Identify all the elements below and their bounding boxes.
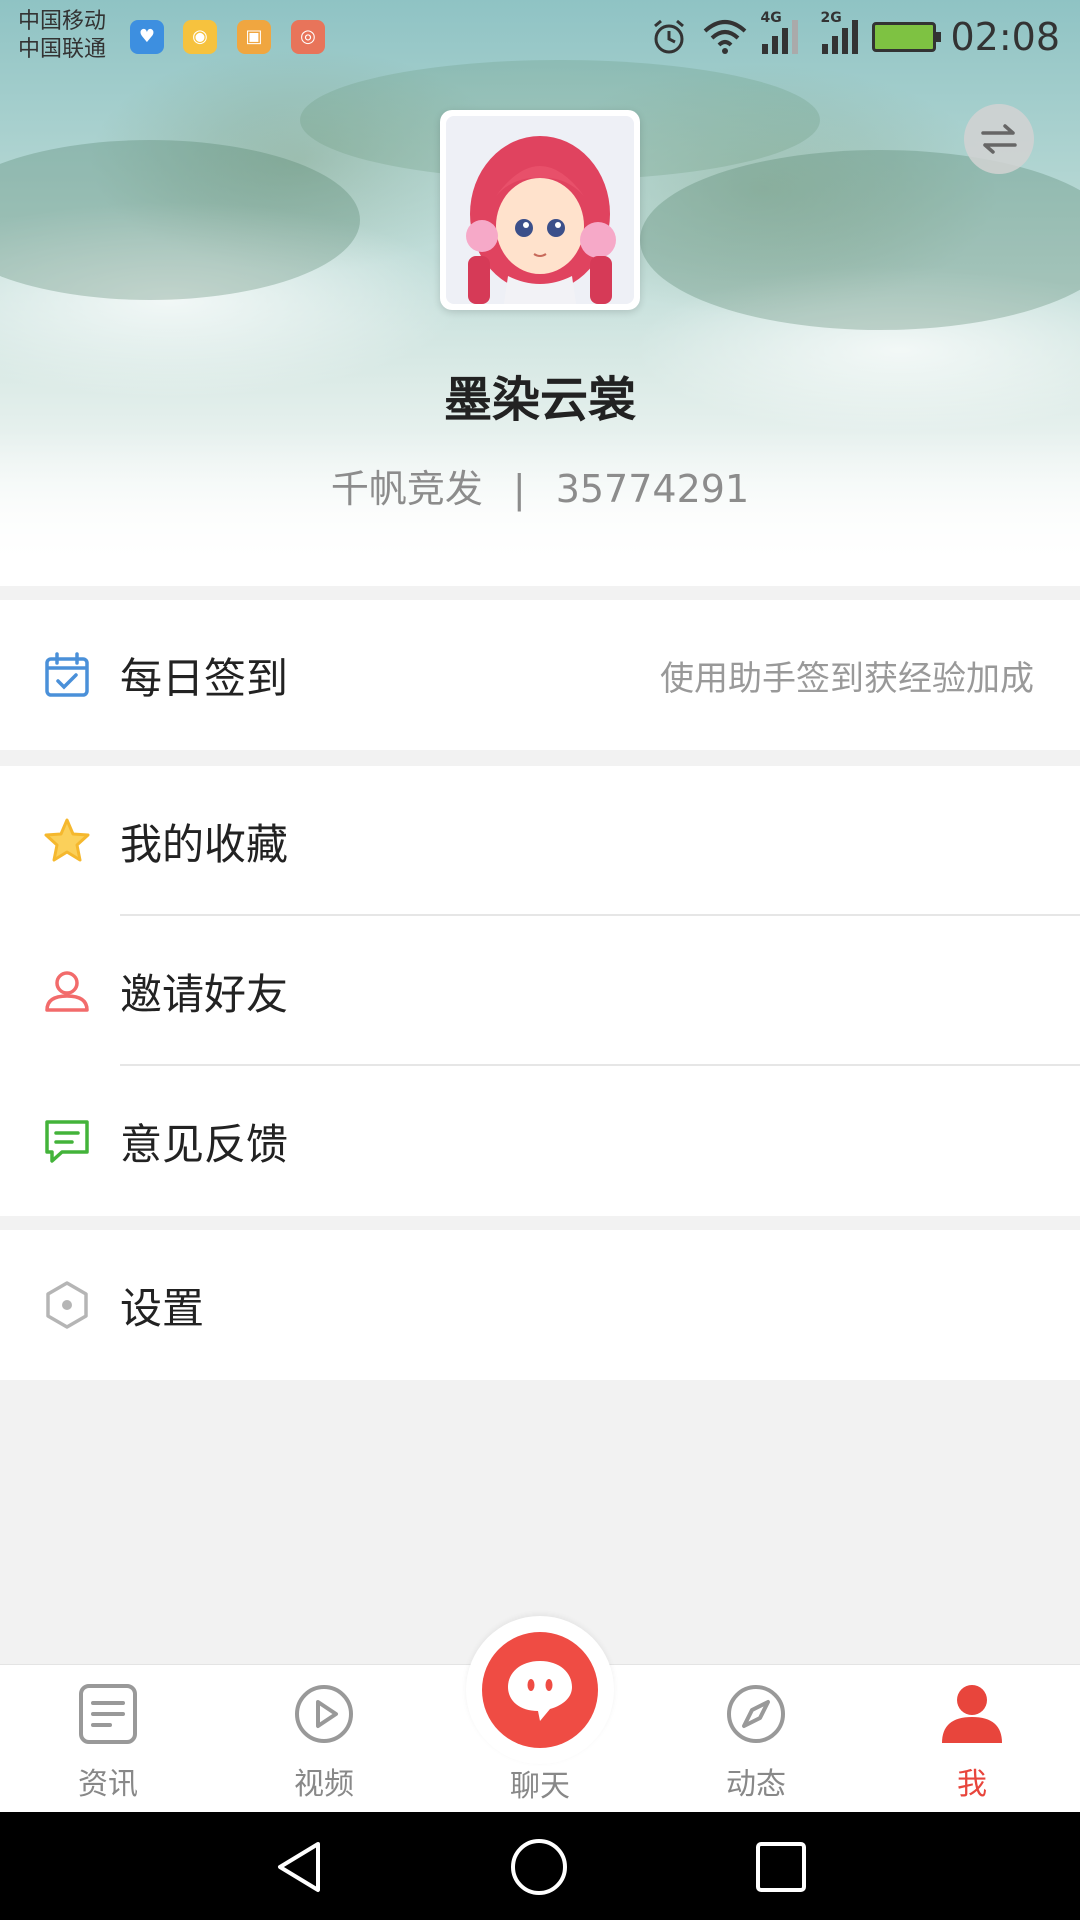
user-info: 千帆竞发 | 35774291: [0, 458, 1080, 513]
back-icon[interactable]: [272, 1840, 326, 1894]
checkin-hint: 使用助手签到获经验加成: [660, 658, 1034, 699]
message-icon: [45, 1120, 89, 1163]
profile-header: 中国移动 中国联通 ♥ ◉ ▣ ◎ 4G 2G 02:08 墨染云裳 千帆竞发 …: [0, 0, 1080, 586]
carrier-info: 中国移动 中国联通: [18, 8, 106, 64]
switch-account-icon[interactable]: [964, 104, 1034, 174]
invite-label: 邀请好友: [120, 969, 289, 1019]
battery-icon: [872, 22, 942, 52]
nav-label-me: 我: [957, 1767, 987, 1802]
health-app-icon: ♥: [130, 20, 164, 54]
menu-item-favorites[interactable]: 我的收藏: [0, 766, 1080, 916]
nav-tab-moments[interactable]: 动态: [648, 1665, 864, 1813]
menu-item-daily-checkin[interactable]: 每日签到 使用助手签到获经验加成: [0, 600, 1080, 750]
avatar[interactable]: [440, 110, 640, 310]
signal-4g-icon: 4G: [760, 10, 799, 54]
nav-label-news: 资讯: [78, 1767, 138, 1802]
nav-tab-me[interactable]: 我: [864, 1665, 1080, 1813]
settings-label: 设置: [120, 1283, 205, 1333]
play-icon: [295, 1685, 353, 1743]
info-separator: |: [512, 467, 526, 511]
menu-item-settings[interactable]: 设置: [0, 1230, 1080, 1380]
server-name: 千帆竞发: [330, 467, 483, 511]
chat-fab[interactable]: [466, 1616, 614, 1764]
username: 墨染云裳: [443, 372, 636, 428]
nav-label-chat: 聊天: [510, 1769, 570, 1804]
person-icon: [942, 1685, 1002, 1743]
news-icon: [79, 1684, 137, 1744]
clock: 02:08: [950, 15, 1060, 59]
nav-tab-video[interactable]: 视频: [216, 1665, 432, 1813]
nav-tab-news[interactable]: 资讯: [0, 1665, 216, 1813]
signal-2g-icon: 2G: [820, 10, 859, 54]
star-icon: [44, 818, 90, 862]
system-navigation-bar: [0, 1812, 1080, 1920]
red-app-icon: ◎: [291, 20, 325, 54]
menu-item-feedback[interactable]: 意见反馈: [0, 1066, 1080, 1216]
nav-label-video: 视频: [294, 1767, 354, 1802]
checkin-label: 每日签到: [120, 653, 289, 703]
nav-label-moments: 动态: [726, 1767, 786, 1802]
feedback-label: 意见反馈: [120, 1119, 289, 1169]
home-icon[interactable]: [510, 1838, 568, 1896]
menu-item-invite-friends[interactable]: 邀请好友: [0, 916, 1080, 1066]
recents-icon[interactable]: [754, 1840, 808, 1894]
status-bar: 中国移动 中国联通 ♥ ◉ ▣ ◎ 4G 2G 02:08: [0, 0, 1080, 72]
compass-icon: [727, 1685, 785, 1743]
user-id: 35774291: [555, 467, 750, 511]
wifi-icon: [704, 20, 747, 54]
weibo-icon: ◉: [183, 20, 217, 54]
hexagon-settings-icon: [46, 1281, 88, 1329]
orange-app-icon: ▣: [237, 20, 271, 54]
calendar-check-icon: [45, 652, 89, 697]
carrier-2: 中国联通: [18, 37, 107, 62]
user-icon: [45, 971, 89, 1012]
menu-group-main: 我的收藏 邀请好友 意见反馈: [0, 766, 1080, 1216]
menu-group-settings: 设置: [0, 1230, 1080, 1380]
favorites-label: 我的收藏: [120, 819, 289, 869]
chat-bubble-icon: [508, 1661, 572, 1721]
menu-group-checkin: 每日签到 使用助手签到获经验加成: [0, 600, 1080, 750]
alarm-icon: [654, 19, 685, 54]
carrier-1: 中国移动: [18, 9, 107, 34]
